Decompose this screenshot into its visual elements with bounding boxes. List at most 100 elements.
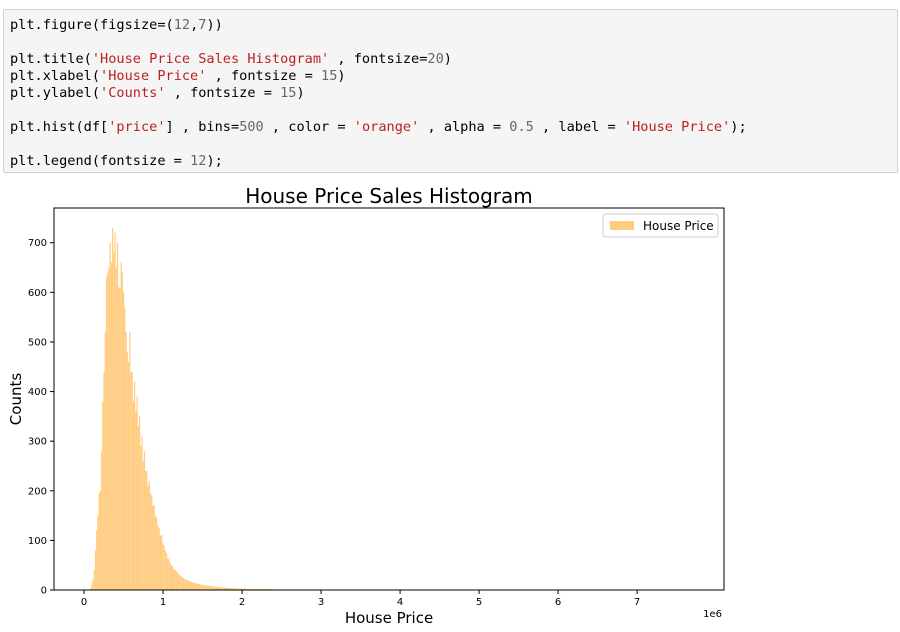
histogram-bar xyxy=(126,351,128,590)
code-line: ​ xyxy=(10,136,747,153)
histogram-bar xyxy=(127,361,130,590)
histogram-bar xyxy=(208,586,210,590)
histogram-bar xyxy=(92,579,94,590)
histogram-bar xyxy=(113,252,115,590)
code-line: ​ xyxy=(10,102,747,119)
histogram-bar xyxy=(131,371,133,590)
histogram-bar xyxy=(180,576,182,590)
histogram-bar xyxy=(114,232,116,590)
code-line: plt.hist(df['price'] , bins=500 , color … xyxy=(10,119,747,136)
y-tick-label: 500 xyxy=(28,337,47,348)
code-line: plt.xlabel('House Price' , fontsize = 15… xyxy=(10,68,747,85)
code-token: , fontsize = xyxy=(165,85,281,101)
histogram-bar xyxy=(94,550,97,590)
histogram-bar xyxy=(206,585,208,590)
histogram-bar xyxy=(146,470,148,590)
code-token: plt.title( xyxy=(10,51,92,67)
code-token: , color = xyxy=(263,119,354,135)
histogram-bar xyxy=(140,446,142,590)
histogram-bar xyxy=(134,381,136,590)
histogram-bar xyxy=(154,515,157,590)
histogram-bar xyxy=(192,582,195,590)
code-number-token: 12 xyxy=(173,17,191,33)
histogram-bars xyxy=(89,227,703,590)
histogram-bar xyxy=(152,505,154,590)
legend-swatch xyxy=(610,221,634,230)
histogram-bar xyxy=(136,396,138,590)
code-token: ] , bins= xyxy=(165,119,240,135)
histogram-bar xyxy=(138,416,141,590)
histogram-bar xyxy=(205,585,207,590)
histogram-bar xyxy=(91,585,93,590)
histogram-bar xyxy=(124,307,126,590)
histogram-bar xyxy=(147,485,149,590)
y-tick-label: 300 xyxy=(28,437,47,448)
code-cell[interactable]: plt.figure(figsize=(12,7))​plt.title('Ho… xyxy=(3,9,898,173)
histogram-bar xyxy=(110,262,112,590)
histogram-bar xyxy=(189,581,191,590)
histogram-bar xyxy=(97,515,99,590)
histogram-bar xyxy=(197,584,199,590)
code-token: plt.ylabel( xyxy=(10,85,101,101)
histogram-bar xyxy=(163,545,165,590)
code-token: , fontsize= xyxy=(329,51,428,67)
histogram-bar xyxy=(196,583,198,590)
x-tick-label: 5 xyxy=(476,597,482,608)
histogram-bar xyxy=(99,490,101,590)
code-line: plt.ylabel('Counts' , fontsize = 15) xyxy=(10,85,747,102)
code-token: ); xyxy=(206,153,223,169)
chart-title: House Price Sales Histogram xyxy=(245,184,533,208)
histogram-bar xyxy=(109,242,111,590)
histogram-bar xyxy=(198,584,201,590)
histogram-bar xyxy=(203,585,206,590)
code-number-token: 15 xyxy=(321,68,338,84)
code-number-token: 20 xyxy=(427,51,444,67)
histogram-bar xyxy=(170,565,172,590)
code-line: plt.title('House Price Sales Histogram' … xyxy=(10,51,747,68)
code-token: plt.figure(figsize=( xyxy=(10,17,174,33)
code-string-token: 'House Price' xyxy=(623,119,731,135)
histogram-bar xyxy=(179,575,181,590)
code-number-token: 500 xyxy=(239,119,264,135)
legend-label: House Price xyxy=(643,219,714,233)
y-axis-ticks: 0 100 200 300 400 500 600 700 xyxy=(28,238,54,597)
histogram-bar xyxy=(212,586,214,590)
histogram-bar xyxy=(129,332,131,590)
code-token: plt.legend(fontsize = xyxy=(10,153,191,169)
histogram-bar xyxy=(116,242,119,590)
histogram-bar xyxy=(167,557,169,590)
histogram-bar xyxy=(108,267,110,590)
x-tick-label: 6 xyxy=(555,597,561,608)
histogram-bar xyxy=(164,550,166,590)
histogram-bar xyxy=(158,527,160,590)
x-tick-label: 2 xyxy=(239,597,245,608)
code-editor[interactable]: plt.figure(figsize=(12,7))​plt.title('Ho… xyxy=(10,17,747,170)
histogram-bar xyxy=(190,581,192,590)
histogram-bar xyxy=(185,579,187,590)
histogram-bar xyxy=(100,451,103,590)
histogram-bar xyxy=(176,572,179,590)
histogram-bar xyxy=(153,505,155,590)
histogram-bar xyxy=(214,586,217,590)
histogram-bar xyxy=(151,495,153,590)
code-number-token: 0.5 xyxy=(509,119,534,135)
histogram-bar xyxy=(104,332,106,590)
histogram-chart: House Price Sales Histogram 0 1 2 3 4 5 6 7 0 10… xyxy=(7,184,725,627)
histogram-bar xyxy=(149,493,152,590)
histogram-bar xyxy=(123,292,125,590)
histogram-bar xyxy=(181,577,184,590)
histogram-bar xyxy=(111,227,114,590)
histogram-bar xyxy=(183,578,185,590)
x-axis-ticks: 0 1 2 3 4 5 6 7 xyxy=(81,590,640,608)
histogram-bar xyxy=(120,262,122,590)
histogram-bar xyxy=(195,583,197,590)
histogram-bar xyxy=(119,287,121,590)
x-tick-label: 4 xyxy=(397,597,403,608)
histogram-bar xyxy=(142,461,144,590)
histogram-bar xyxy=(121,272,124,590)
histogram-bar xyxy=(160,535,163,590)
histogram-bar xyxy=(175,571,177,590)
y-tick-label: 100 xyxy=(28,536,47,547)
histogram-bar xyxy=(172,566,174,590)
histogram-bar xyxy=(174,570,176,590)
